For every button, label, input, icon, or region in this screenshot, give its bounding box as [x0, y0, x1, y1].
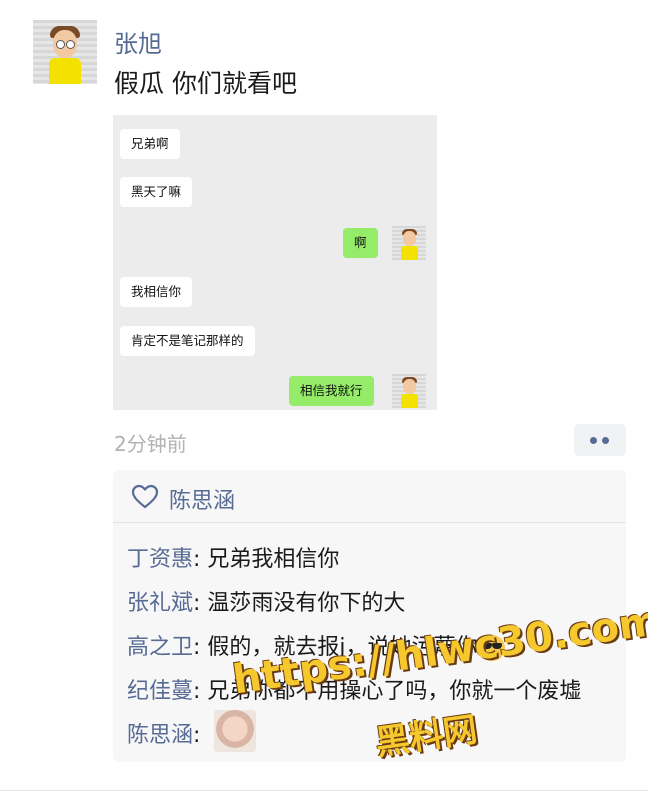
chat-bubble-left: 兄弟啊	[120, 129, 180, 159]
post-timestamp: 2分钟前	[114, 432, 187, 456]
post-image-chat-screenshot[interactable]: 兄弟啊 黑天了嘛 啊 我相信你 肯定不是笔记那样的 相信我就行	[113, 115, 437, 410]
comment-text: 兄弟我相信你	[207, 547, 340, 572]
commenter-name[interactable]: 张礼斌	[127, 591, 193, 616]
chat-avatar	[392, 374, 426, 408]
commenter-name[interactable]: 丁资惠	[127, 547, 193, 572]
chat-avatar	[392, 226, 426, 260]
comment-image[interactable]	[214, 710, 256, 752]
chat-bubble-left: 肯定不是笔记那样的	[120, 326, 255, 356]
divider	[0, 790, 648, 791]
commenter-name[interactable]: 陈思涵	[127, 723, 193, 748]
likes-row: 陈思涵	[113, 470, 626, 523]
comment-text: 温莎雨没有你下的大	[207, 591, 406, 616]
heart-icon	[131, 484, 159, 509]
commenter-name[interactable]: 纪佳蔓	[127, 679, 193, 704]
chat-bubble-left: 我相信你	[120, 277, 193, 307]
post-text: 假瓜 你们就看吧	[114, 69, 297, 98]
comment-row[interactable]: 张礼斌: 温莎雨没有你下的大	[127, 585, 405, 617]
comment-row[interactable]: 陈思涵:	[127, 717, 200, 749]
comment-row[interactable]: 丁资惠: 兄弟我相信你	[127, 541, 339, 573]
commenter-name[interactable]: 高之卫	[127, 635, 193, 660]
chat-bubble-left: 黑天了嘛	[120, 177, 193, 207]
author-name[interactable]: 张旭	[114, 24, 162, 59]
more-dots-icon[interactable]	[574, 424, 626, 456]
chat-bubble-right: 相信我就行	[289, 376, 374, 406]
liker-name[interactable]: 陈思涵	[169, 483, 235, 515]
chat-bubble-right: 啊	[343, 228, 378, 258]
author-avatar[interactable]	[33, 20, 97, 84]
